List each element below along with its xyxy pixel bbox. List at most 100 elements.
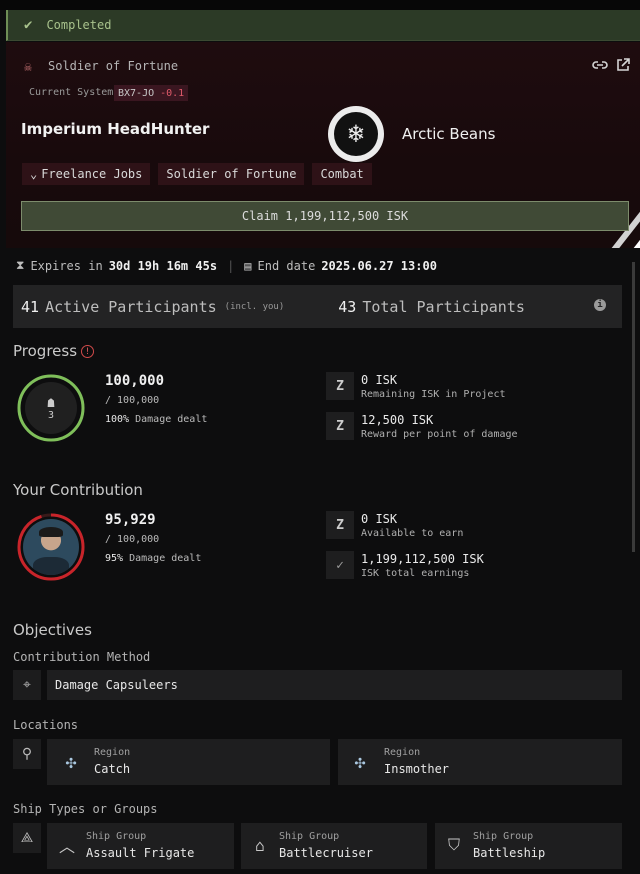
- total-participants-count: 43: [338, 297, 357, 316]
- available-value: 0 ISK: [361, 512, 398, 526]
- contribution-title: Your Contribution: [13, 481, 143, 499]
- contribution-method-field: Damage Capsuleers: [47, 670, 622, 700]
- isk-icon: Z: [326, 372, 354, 400]
- info-icon[interactable]: i: [594, 299, 606, 311]
- contribution-percent: 95% Damage dealt: [105, 553, 201, 564]
- battleship-icon: ⛉: [447, 835, 460, 854]
- region-caption: Region: [94, 747, 131, 758]
- percent-suffix: Damage dealt: [129, 553, 202, 564]
- status-label: Completed: [46, 18, 112, 32]
- corporation-name[interactable]: Arctic Beans: [402, 125, 495, 143]
- ship-group-name: Battleship: [473, 846, 546, 860]
- contribution-current: 95,929: [105, 512, 156, 528]
- percent-value: 95%: [105, 553, 124, 564]
- earnings-label: ISK total earnings: [361, 568, 470, 579]
- tag-freelance-jobs[interactable]: ⌄ Freelance Jobs: [22, 163, 151, 185]
- scrollbar[interactable]: [632, 262, 635, 552]
- region-name: Insmother: [384, 762, 450, 776]
- calendar-icon: ▤: [244, 258, 252, 273]
- avatar[interactable]: [23, 519, 79, 575]
- end-date-value: 2025.06.27 13:00: [321, 258, 437, 273]
- battlecruiser-icon: ⌂: [255, 835, 265, 855]
- system-chip[interactable]: BX7-JO -0.1: [114, 85, 189, 101]
- ship-group-assault-frigate[interactable]: ︿ Ship Group Assault Frigate: [47, 823, 234, 869]
- contribution-target: / 100,000: [105, 534, 160, 545]
- locations-label: Locations: [13, 718, 79, 732]
- percent-value: 100%: [105, 414, 130, 425]
- tag-combat[interactable]: Combat: [312, 163, 372, 185]
- reward-label: Reward per point of damage: [361, 429, 518, 440]
- contribution-method-value: Damage Capsuleers: [55, 678, 178, 692]
- group-icon: ☗: [47, 395, 55, 410]
- ship-types-label: Ship Types or Groups: [13, 802, 158, 816]
- system-security: -0.1: [160, 87, 185, 99]
- participants-icon-count: 3: [47, 409, 54, 421]
- timer-row: ⧗ Expires in 30d 19h 16m 45s | ▤ End dat…: [16, 258, 437, 273]
- claim-label: Claim 1,199,112,500 ISK: [241, 209, 409, 223]
- completed-status-bar: ✔ Completed: [6, 10, 640, 41]
- system-name: BX7-JO: [118, 87, 155, 99]
- snowflake-icon: ❄: [334, 112, 378, 156]
- expires-label: Expires in: [30, 258, 103, 273]
- reward-value: 12,500 ISK: [361, 413, 434, 427]
- assault-frigate-icon: ︿: [58, 837, 75, 856]
- region-name: Catch: [94, 762, 131, 776]
- tag-soldier-of-fortune[interactable]: Soldier of Fortune: [158, 163, 305, 185]
- ship-group-caption: Ship Group: [279, 831, 340, 842]
- project-title: Imperium HeadHunter: [21, 120, 210, 138]
- divider: |: [227, 258, 235, 273]
- available-label: Available to earn: [361, 528, 464, 539]
- objectives-title: Objectives: [13, 621, 92, 639]
- contribution-method-label: Contribution Method: [13, 650, 151, 664]
- incl-you-note: (incl. you): [224, 301, 285, 312]
- progress-percent: 100% Damage dealt: [105, 414, 207, 425]
- tag-label: Freelance Jobs: [41, 167, 143, 181]
- ship-icon: ⟁: [13, 823, 41, 853]
- ship-group-battlecruiser[interactable]: ⌂ Ship Group Battlecruiser: [241, 823, 427, 869]
- region-caption: Region: [384, 747, 421, 758]
- expires-value: 30d 19h 16m 45s: [108, 258, 218, 273]
- tag-label: Soldier of Fortune: [166, 167, 297, 181]
- total-participants-label: Total Participants: [362, 297, 525, 316]
- isk-icon: Z: [326, 412, 354, 440]
- location-insmother[interactable]: ✣ Region Insmother: [338, 739, 622, 785]
- progress-ring: ☗ 3: [16, 373, 86, 443]
- alert-icon[interactable]: !: [81, 345, 94, 358]
- active-participants-label: Active Participants: [45, 297, 217, 316]
- hourglass-icon: ⧗: [16, 258, 25, 272]
- percent-suffix: Damage dealt: [135, 414, 208, 425]
- checkmark-icon: ✔: [24, 17, 33, 33]
- ship-group-name: Assault Frigate: [86, 846, 195, 860]
- external-open-icon[interactable]: [616, 58, 630, 76]
- current-system-label: Current System: [29, 87, 114, 98]
- progress-title: Progress: [13, 342, 78, 360]
- top-edge: [0, 0, 640, 10]
- contribution-ring: [16, 512, 86, 582]
- chevron-down-icon: ⌄: [30, 167, 38, 181]
- corporation-logo[interactable]: ❄: [328, 106, 384, 162]
- location-catch[interactable]: ✣ Region Catch: [47, 739, 330, 785]
- project-category: Soldier of Fortune: [48, 59, 179, 73]
- progress-current: 100,000: [105, 373, 165, 389]
- project-header: ☠ Soldier of Fortune Current System BX7-…: [6, 42, 640, 248]
- region-icon: ✣: [354, 751, 366, 773]
- claim-button[interactable]: Claim 1,199,112,500 ISK: [21, 201, 629, 231]
- active-participants-count: 41: [21, 297, 40, 316]
- isk-icon: Z: [326, 511, 354, 539]
- participants-panel: 41 Active Participants (incl. you) 43 To…: [13, 285, 622, 328]
- check-icon: ✓: [326, 551, 354, 579]
- remaining-isk-value: 0 ISK: [361, 373, 398, 387]
- ship-group-caption: Ship Group: [473, 831, 534, 842]
- remaining-isk-label: Remaining ISK in Project: [361, 389, 506, 400]
- ship-group-name: Battlecruiser: [279, 846, 373, 860]
- crosshair-icon: ⌖: [13, 670, 41, 700]
- region-icon: ✣: [65, 751, 77, 773]
- tag-label: Combat: [320, 167, 364, 181]
- skull-icon: ☠: [24, 60, 32, 75]
- progress-target: / 100,000: [105, 395, 160, 406]
- end-date-label: End date: [257, 258, 316, 273]
- location-pin-icon: ⚲: [13, 739, 41, 769]
- link-icon[interactable]: [592, 58, 608, 76]
- earnings-value: 1,199,112,500 ISK: [361, 552, 484, 566]
- ship-group-battleship[interactable]: ⛉ Ship Group Battleship: [435, 823, 622, 869]
